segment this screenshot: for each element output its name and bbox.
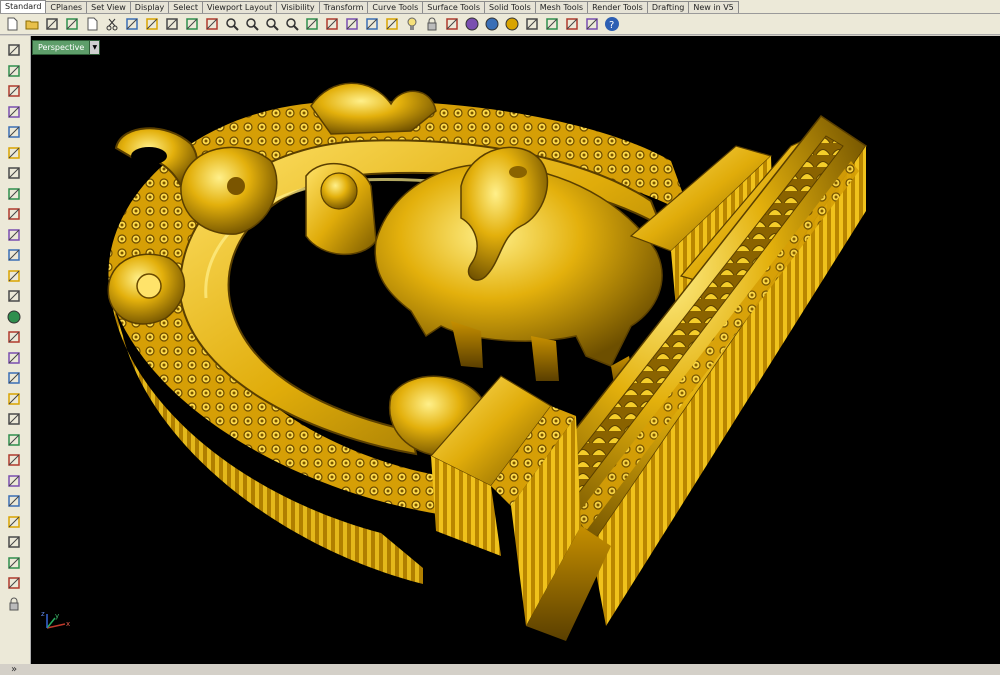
snap-icon[interactable] [364, 16, 380, 32]
group-icon[interactable] [6, 452, 22, 468]
select-arrow-icon[interactable] [6, 42, 22, 58]
tab-cplanes[interactable]: CPlanes [45, 1, 88, 13]
mesh-icon[interactable] [6, 350, 22, 366]
sphere-shaded-icon[interactable] [484, 16, 500, 32]
world-axes-icon: x y z [41, 610, 70, 629]
copy-icon[interactable] [124, 16, 140, 32]
tab-render-tools[interactable]: Render Tools [587, 1, 648, 13]
box-solid-icon[interactable] [6, 288, 22, 304]
surface-icon[interactable] [6, 247, 22, 263]
left-tool-palette: » [0, 36, 31, 675]
standard-toolbar: ? [0, 14, 1000, 35]
material-icon[interactable] [524, 16, 540, 32]
zoom-icon[interactable] [224, 16, 240, 32]
rotate-view-icon[interactable] [304, 16, 320, 32]
more-tools-button[interactable]: » [11, 664, 17, 675]
ellipse-icon[interactable] [6, 145, 22, 161]
extrude-icon[interactable] [6, 268, 22, 284]
cut-icon[interactable] [104, 16, 120, 32]
tab-new-in-v5[interactable]: New in V5 [688, 1, 739, 13]
move-arrow-icon[interactable] [6, 370, 22, 386]
text-icon[interactable] [6, 514, 22, 530]
object-properties-icon[interactable] [384, 16, 400, 32]
gold-pendant-model [107, 82, 868, 641]
curve-icon[interactable] [6, 104, 22, 120]
paste-icon[interactable] [144, 16, 160, 32]
point-icon[interactable] [6, 63, 22, 79]
new-file-icon[interactable] [4, 16, 20, 32]
zoom-extents-icon[interactable] [264, 16, 280, 32]
arc-icon[interactable] [6, 206, 22, 222]
lock-icon[interactable] [424, 16, 440, 32]
tab-set-view[interactable]: Set View [86, 1, 131, 13]
circle-icon[interactable] [6, 124, 22, 140]
zoom-selected-icon[interactable] [284, 16, 300, 32]
offset-icon[interactable] [6, 493, 22, 509]
rotate-icon[interactable] [6, 473, 22, 489]
tab-visibility[interactable]: Visibility [276, 1, 320, 13]
help-icon[interactable]: ? [604, 16, 620, 32]
layer-icon[interactable] [444, 16, 460, 32]
toolbar-tab-bar: Standard CPlanes Set View Display Select View… [0, 0, 1000, 14]
split-icon[interactable] [6, 411, 22, 427]
tab-mesh-tools[interactable]: Mesh Tools [534, 1, 589, 13]
tab-viewport-layout[interactable]: Viewport Layout [201, 1, 278, 13]
open-folder-icon[interactable] [24, 16, 40, 32]
polygon-icon[interactable] [6, 165, 22, 181]
zoom-window-icon[interactable] [244, 16, 260, 32]
options-gear-icon[interactable] [564, 16, 580, 32]
pan-hand-icon[interactable] [184, 16, 200, 32]
pin-icon[interactable] [544, 16, 560, 32]
axis-z-label: z [41, 610, 45, 618]
light-bulb-icon[interactable] [404, 16, 420, 32]
array-icon[interactable] [6, 555, 22, 571]
transform-icon[interactable] [6, 391, 22, 407]
print-icon[interactable] [64, 16, 80, 32]
viewport-title-tab[interactable]: Perspective ▼ [32, 40, 101, 55]
boolean-icon[interactable] [6, 432, 22, 448]
group-objects-icon[interactable] [6, 575, 22, 591]
tab-transform[interactable]: Transform [318, 1, 369, 13]
tab-surface-tools[interactable]: Surface Tools [422, 1, 486, 13]
select-filter-icon[interactable] [584, 16, 600, 32]
tab-display[interactable]: Display [129, 1, 170, 13]
tab-solid-tools[interactable]: Solid Tools [484, 1, 536, 13]
block-icon[interactable] [6, 596, 22, 612]
cplane-icon[interactable] [344, 16, 360, 32]
four-viewports-icon[interactable] [324, 16, 340, 32]
sphere-solid-icon[interactable] [6, 309, 22, 325]
axis-x-label: x [66, 620, 70, 628]
undo-icon[interactable] [164, 16, 180, 32]
svg-text:?: ? [609, 20, 614, 31]
tab-curve-tools[interactable]: Curve Tools [367, 1, 424, 13]
viewport-menu-dropdown-icon[interactable]: ▼ [89, 41, 100, 54]
tab-standard[interactable]: Standard [0, 0, 47, 13]
save-icon[interactable] [44, 16, 60, 32]
cylinder-solid-icon[interactable] [6, 329, 22, 345]
axis-y-label: y [55, 612, 59, 620]
tab-select[interactable]: Select [168, 1, 203, 13]
move-icon[interactable] [204, 16, 220, 32]
rectangle-icon[interactable] [6, 186, 22, 202]
render-sphere-icon[interactable] [504, 16, 520, 32]
tab-drafting[interactable]: Drafting [646, 1, 690, 13]
render-color-icon[interactable] [464, 16, 480, 32]
fillet-icon[interactable] [6, 227, 22, 243]
import-icon[interactable] [84, 16, 100, 32]
dimension-icon[interactable] [6, 534, 22, 550]
perspective-viewport[interactable]: Perspective ▼ x y z [31, 36, 1000, 664]
polyline-icon[interactable] [6, 83, 22, 99]
viewport-title-label: Perspective [38, 43, 85, 52]
